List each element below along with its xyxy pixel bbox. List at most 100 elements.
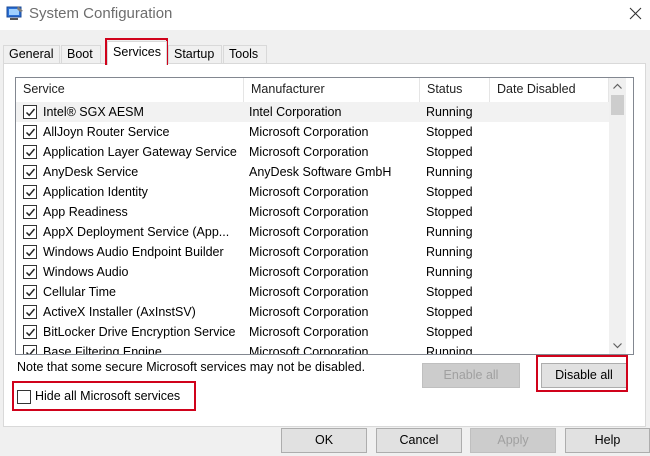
status-cell: Stopped — [426, 325, 473, 339]
service-name-cell: Intel® SGX AESM — [43, 105, 144, 119]
scroll-down-icon[interactable] — [609, 337, 626, 354]
table-row[interactable]: Base Filtering Engine Microsoft Corporati… — [16, 342, 609, 355]
manufacturer-cell: AnyDesk Software GmbH — [249, 165, 392, 179]
manufacturer-cell: Microsoft Corporation — [249, 345, 369, 355]
table-row[interactable]: Cellular Time Microsoft Corporation Stoppe… — [16, 282, 609, 302]
manufacturer-cell: Microsoft Corporation — [249, 225, 369, 239]
date-disabled-cell — [496, 242, 606, 262]
date-disabled-cell — [496, 262, 606, 282]
service-name-cell: BitLocker Drive Encryption Service — [43, 325, 236, 339]
service-checkbox[interactable] — [23, 345, 37, 354]
services-list[interactable]: Service Manufacturer Status Date Disable… — [15, 77, 634, 355]
checkbox-checked-icon — [25, 188, 36, 197]
table-row[interactable]: ActiveX Installer (AxInstSV) Microsoft Co… — [16, 302, 609, 322]
date-disabled-cell — [496, 102, 606, 122]
enable-all-button[interactable]: Enable all — [422, 363, 520, 388]
title-bar: System Configuration — [0, 0, 650, 30]
checkbox-checked-icon — [25, 348, 36, 354]
table-row[interactable]: Intel® SGX AESM Intel Corporation Running — [16, 102, 609, 122]
status-cell: Running — [426, 345, 473, 355]
manufacturer-cell: Microsoft Corporation — [249, 185, 369, 199]
status-cell: Running — [426, 245, 473, 259]
table-row[interactable]: Windows Audio Endpoint Builder Microsoft … — [16, 242, 609, 262]
checkbox-checked-icon — [25, 228, 36, 237]
service-checkbox[interactable] — [23, 165, 37, 179]
status-cell: Stopped — [426, 185, 473, 199]
table-row[interactable]: AppX Deployment Service (App... Microsoft… — [16, 222, 609, 242]
service-checkbox[interactable] — [23, 145, 37, 159]
service-name-cell: AllJoyn Router Service — [43, 125, 170, 139]
manufacturer-cell: Microsoft Corporation — [249, 205, 369, 219]
date-disabled-cell — [496, 202, 606, 222]
scroll-up-icon[interactable] — [609, 78, 626, 95]
cancel-button[interactable]: Cancel — [376, 428, 462, 453]
service-name-cell: AnyDesk Service — [43, 165, 139, 179]
ok-button[interactable]: OK — [281, 428, 367, 453]
date-disabled-cell — [496, 302, 606, 322]
column-header-status[interactable]: Status — [420, 78, 490, 102]
manufacturer-cell: Microsoft Corporation — [249, 325, 369, 339]
tab-boot[interactable]: Boot — [61, 45, 101, 64]
manufacturer-cell: Microsoft Corporation — [249, 245, 369, 259]
tab-startup[interactable]: Startup — [168, 45, 222, 64]
checkbox-checked-icon — [25, 128, 36, 137]
table-row[interactable]: Windows Audio Microsoft Corporation Runnin… — [16, 262, 609, 282]
table-row[interactable]: AllJoyn Router Service Microsoft Corporat… — [16, 122, 609, 142]
date-disabled-cell — [496, 282, 606, 302]
table-row[interactable]: AnyDesk Service AnyDesk Software GmbH Runn… — [16, 162, 609, 182]
service-checkbox[interactable] — [23, 305, 37, 319]
manufacturer-cell: Microsoft Corporation — [249, 145, 369, 159]
window-title: System Configuration — [29, 5, 173, 22]
service-checkbox[interactable] — [23, 125, 37, 139]
manufacturer-cell: Microsoft Corporation — [249, 285, 369, 299]
apply-button[interactable]: Apply — [470, 428, 556, 453]
service-name-cell: Base Filtering Engine — [43, 345, 162, 355]
service-checkbox[interactable] — [23, 285, 37, 299]
manufacturer-cell: Microsoft Corporation — [249, 125, 369, 139]
service-name-cell: App Readiness — [43, 205, 128, 219]
status-cell: Stopped — [426, 145, 473, 159]
disable-all-button[interactable]: Disable all — [541, 363, 627, 388]
checkbox-checked-icon — [25, 208, 36, 217]
checkbox-checked-icon — [25, 268, 36, 277]
service-checkbox[interactable] — [23, 185, 37, 199]
date-disabled-cell — [496, 182, 606, 202]
scroll-thumb[interactable] — [611, 95, 624, 115]
checkbox-checked-icon — [25, 288, 36, 297]
table-row[interactable]: Application Identity Microsoft Corporatio… — [16, 182, 609, 202]
date-disabled-cell — [496, 162, 606, 182]
table-row[interactable]: Application Layer Gateway Service Microso… — [16, 142, 609, 162]
checkbox-checked-icon — [25, 328, 36, 337]
column-header-service[interactable]: Service — [16, 78, 244, 102]
tab-tools[interactable]: Tools — [223, 45, 267, 64]
list-header: Service Manufacturer Status Date Disable… — [16, 78, 609, 102]
tab-services[interactable]: Services — [107, 41, 167, 65]
column-header-manufacturer[interactable]: Manufacturer — [244, 78, 420, 102]
service-checkbox[interactable] — [23, 225, 37, 239]
status-cell: Stopped — [426, 205, 473, 219]
date-disabled-cell — [496, 142, 606, 162]
service-checkbox[interactable] — [23, 205, 37, 219]
service-checkbox[interactable] — [23, 245, 37, 259]
help-button[interactable]: Help — [565, 428, 650, 453]
table-row[interactable]: App Readiness Microsoft Corporation Stoppe… — [16, 202, 609, 222]
status-cell: Running — [426, 225, 473, 239]
service-checkbox[interactable] — [23, 105, 37, 119]
hide-microsoft-services-box[interactable] — [17, 390, 31, 404]
status-cell: Running — [426, 165, 473, 179]
status-cell: Stopped — [426, 305, 473, 319]
service-name-cell: Application Identity — [43, 185, 148, 199]
service-name-cell: AppX Deployment Service (App... — [43, 225, 230, 239]
checkbox-checked-icon — [25, 168, 36, 177]
status-cell: Running — [426, 265, 473, 279]
service-checkbox[interactable] — [23, 325, 37, 339]
manufacturer-cell: Microsoft Corporation — [249, 305, 369, 319]
column-header-date-disabled[interactable]: Date Disabled — [490, 78, 609, 102]
status-cell: Stopped — [426, 125, 473, 139]
system-configuration-window: System Configuration General Boot Servic… — [0, 0, 650, 456]
table-row[interactable]: BitLocker Drive Encryption Service Micros… — [16, 322, 609, 342]
close-button[interactable] — [620, 0, 650, 30]
vertical-scrollbar[interactable] — [609, 78, 626, 354]
tab-general[interactable]: General — [3, 45, 60, 64]
service-checkbox[interactable] — [23, 265, 37, 279]
